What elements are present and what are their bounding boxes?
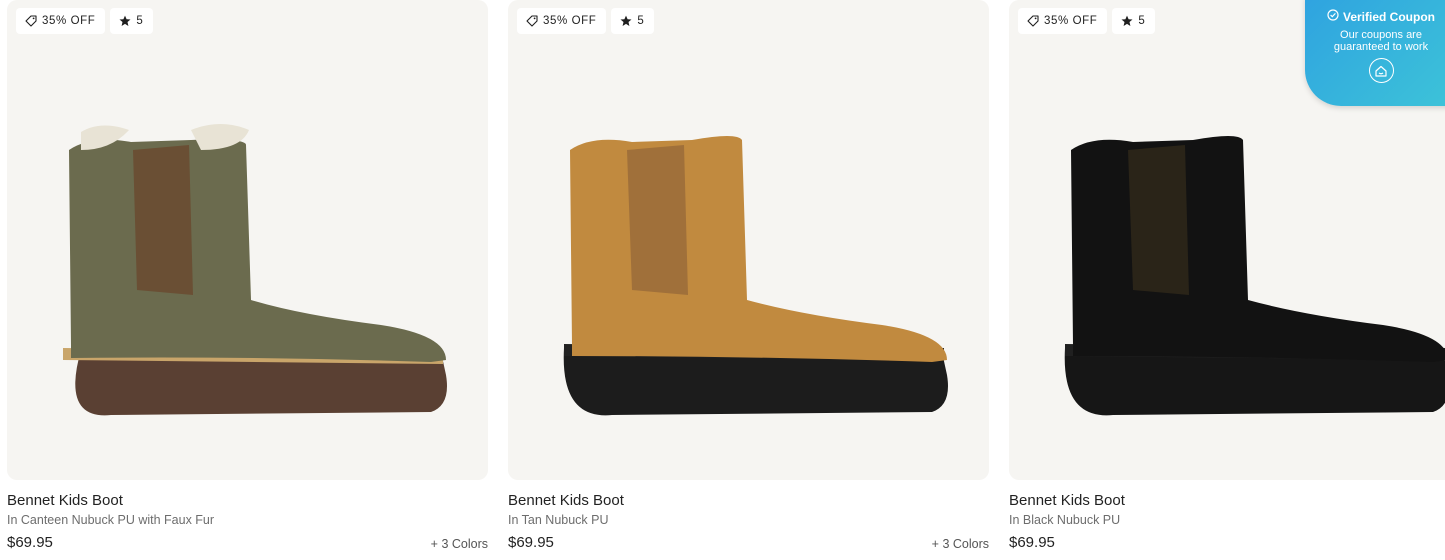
boot-elastic [133, 145, 193, 295]
discount-badge: 35% OFF [517, 8, 607, 34]
product-card[interactable]: 35% OFF 5 Bennet Kids Boot In Tan Nubuck… [508, 0, 989, 551]
color-count[interactable]: + 3 Colors [932, 537, 989, 551]
product-price: $69.95 [1009, 534, 1055, 551]
rating-value: 5 [637, 15, 645, 27]
tag-icon [25, 15, 37, 27]
product-price: $69.95 [7, 534, 53, 551]
discount-badge: 35% OFF [16, 8, 106, 34]
star-icon [1121, 15, 1133, 27]
tag-icon [1027, 15, 1039, 27]
badge-row: 35% OFF 5 [16, 8, 154, 34]
rating-badge: 5 [110, 8, 154, 34]
coupon-title: Verified Coupon [1342, 9, 1435, 24]
badge-row: 35% OFF 5 [517, 8, 655, 34]
verified-coupon-widget[interactable]: Verified Coupon Our coupons are guarante… [1305, 0, 1445, 106]
product-name[interactable]: Bennet Kids Boot [1009, 492, 1125, 509]
product-name[interactable]: Bennet Kids Boot [7, 492, 123, 509]
product-image-area[interactable]: 35% OFF 5 [508, 0, 989, 480]
rating-value: 5 [1138, 15, 1146, 27]
discount-label: 35% OFF [42, 15, 96, 27]
check-circle-icon [1327, 9, 1339, 24]
boot-upper [570, 136, 947, 362]
boot-upper [69, 139, 446, 362]
coupon-title-row: Verified Coupon [1311, 9, 1445, 24]
product-variant: In Canteen Nubuck PU with Faux Fur [7, 513, 215, 527]
color-count[interactable]: + 3 Colors [431, 537, 488, 551]
product-card[interactable]: 35% OFF 5 Bennet Kids Boot In Canteen Nu… [7, 0, 488, 551]
rating-badge: 5 [1112, 8, 1156, 34]
product-variant: In Black Nubuck PU [1009, 513, 1121, 527]
discount-label: 35% OFF [1044, 15, 1098, 27]
coupon-subtitle-line1: Our coupons are [1340, 29, 1422, 41]
discount-label: 35% OFF [543, 15, 597, 27]
rating-value: 5 [136, 15, 144, 27]
badge-row: 35% OFF 5 [1018, 8, 1156, 34]
product-image-area[interactable]: 35% OFF 5 [7, 0, 488, 480]
rating-badge: 5 [611, 8, 655, 34]
boot-elastic [627, 145, 688, 295]
discount-badge: 35% OFF [1018, 8, 1108, 34]
tag-icon [526, 15, 538, 27]
coupon-logo-icon[interactable] [1368, 58, 1394, 83]
product-image[interactable] [552, 120, 952, 420]
coupon-subtitle: Our coupons are guaranteed to work [1311, 29, 1445, 53]
product-price: $69.95 [508, 534, 554, 551]
product-grid: 35% OFF 5 Bennet Kids Boot In Canteen Nu… [0, 0, 1445, 560]
product-variant: In Tan Nubuck PU [508, 513, 609, 527]
star-icon [119, 15, 131, 27]
product-image[interactable] [51, 120, 451, 420]
boot-elastic [1128, 145, 1189, 295]
boot-upper [1071, 136, 1445, 362]
product-name[interactable]: Bennet Kids Boot [508, 492, 624, 509]
coupon-subtitle-line2: guaranteed to work [1333, 41, 1429, 53]
star-icon [620, 15, 632, 27]
product-image[interactable] [1053, 120, 1445, 420]
